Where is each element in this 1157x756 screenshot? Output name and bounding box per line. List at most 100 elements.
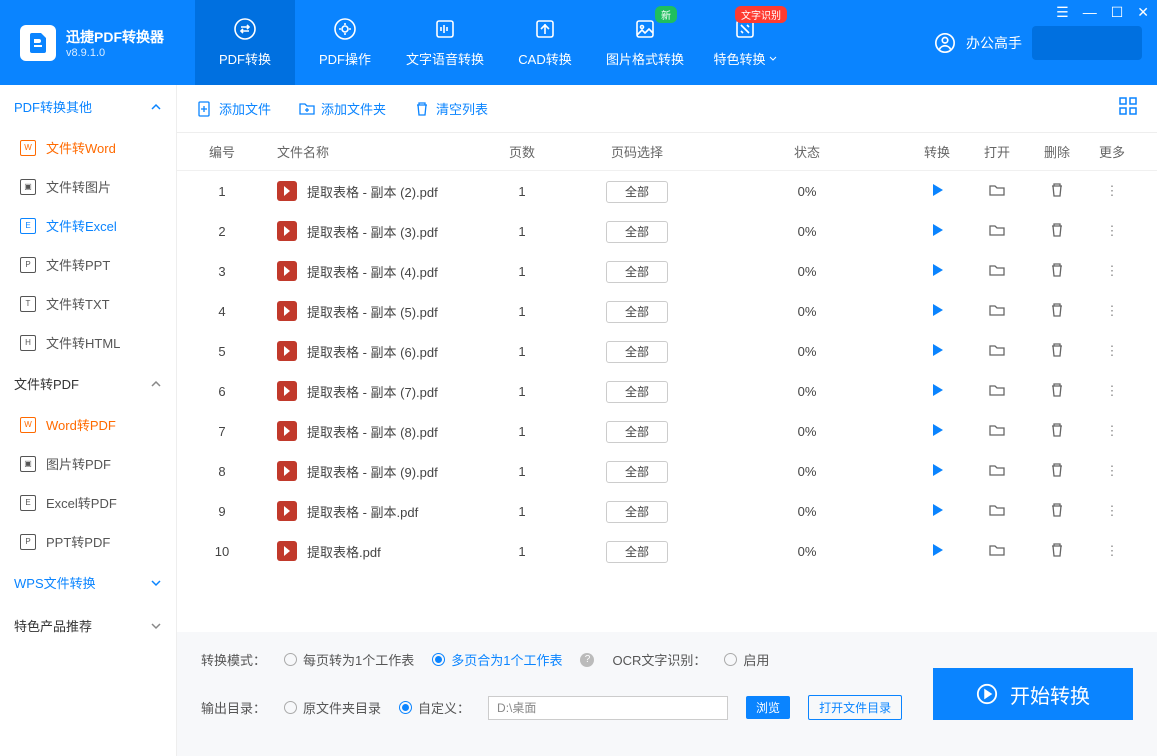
open-button[interactable] xyxy=(967,382,1027,401)
help-icon[interactable]: ? xyxy=(580,653,594,667)
delete-button[interactable] xyxy=(1027,503,1087,520)
more-button[interactable]: ⋮ xyxy=(1087,343,1137,359)
add-folder-button[interactable]: 添加文件夹 xyxy=(299,99,386,118)
more-button[interactable]: ⋮ xyxy=(1087,463,1137,479)
browse-button[interactable]: 浏览 xyxy=(746,696,790,719)
page-select-button[interactable]: 全部 xyxy=(606,461,668,483)
convert-button[interactable] xyxy=(907,303,967,320)
tab-文字语音转换[interactable]: 文字语音转换 xyxy=(395,0,495,85)
delete-button[interactable] xyxy=(1027,223,1087,240)
open-button[interactable] xyxy=(967,542,1027,561)
content: 添加文件 添加文件夹 清空列表 编号 文件名称 页数 页码选择 状态 转换 打开… xyxy=(177,85,1157,756)
sidebar-item[interactable]: P文件转PPT xyxy=(0,245,176,284)
sidebar-item[interactable]: WWord转PDF xyxy=(0,405,176,444)
convert-button[interactable] xyxy=(907,263,967,280)
page-select-button[interactable]: 全部 xyxy=(606,221,668,243)
clear-list-button[interactable]: 清空列表 xyxy=(414,99,488,118)
delete-button[interactable] xyxy=(1027,543,1087,560)
ocr-enable[interactable]: 启用 xyxy=(724,650,769,669)
open-dir-button[interactable]: 打开文件目录 xyxy=(808,695,902,720)
more-button[interactable]: ⋮ xyxy=(1087,503,1137,519)
sidebar-group[interactable]: 文件转PDF xyxy=(0,362,176,405)
open-button[interactable] xyxy=(967,422,1027,441)
sidebar-group[interactable]: WPS文件转换 xyxy=(0,561,176,604)
open-button[interactable] xyxy=(967,462,1027,481)
add-file-button[interactable]: 添加文件 xyxy=(197,99,271,118)
cell-name: 提取表格 - 副本.pdf xyxy=(247,501,477,521)
more-button[interactable]: ⋮ xyxy=(1087,223,1137,239)
page-select-button[interactable]: 全部 xyxy=(606,541,668,563)
sidebar-item[interactable]: E文件转Excel xyxy=(0,206,176,245)
cell-name: 提取表格 - 副本 (2).pdf xyxy=(247,181,477,201)
delete-button[interactable] xyxy=(1027,183,1087,200)
delete-button[interactable] xyxy=(1027,263,1087,280)
cell-status: 0% xyxy=(707,184,907,199)
page-select-button[interactable]: 全部 xyxy=(606,301,668,323)
open-button[interactable] xyxy=(967,302,1027,321)
delete-button[interactable] xyxy=(1027,463,1087,480)
mode-option-1[interactable]: 每页转为1个工作表 xyxy=(284,650,414,669)
table-row: 1 提取表格 - 副本 (2).pdf 1 全部 0% ⋮ xyxy=(197,171,1137,211)
more-button[interactable]: ⋮ xyxy=(1087,303,1137,319)
sidebar-group[interactable]: 特色产品推荐 xyxy=(0,604,176,647)
convert-button[interactable] xyxy=(907,223,967,240)
sidebar-item[interactable]: W文件转Word xyxy=(0,128,176,167)
open-button[interactable] xyxy=(967,222,1027,241)
swap-icon xyxy=(233,17,257,41)
sidebar-item[interactable]: PPPT转PDF xyxy=(0,522,176,561)
convert-button[interactable] xyxy=(907,543,967,560)
cell-num: 1 xyxy=(197,184,247,199)
convert-button[interactable] xyxy=(907,423,967,440)
grid-view-icon[interactable] xyxy=(1119,97,1137,120)
convert-button[interactable] xyxy=(907,463,967,480)
tab-图片格式转换[interactable]: 新图片格式转换 xyxy=(595,0,695,85)
cell-pages: 1 xyxy=(477,464,567,479)
mode-option-2[interactable]: 多页合为1个工作表 xyxy=(432,650,562,669)
convert-button[interactable] xyxy=(907,503,967,520)
sidebar-item[interactable]: EExcel转PDF xyxy=(0,483,176,522)
more-button[interactable]: ⋮ xyxy=(1087,383,1137,399)
sidebar-item[interactable]: ▣文件转图片 xyxy=(0,167,176,206)
file-type-icon: P xyxy=(20,257,36,273)
minimize-icon[interactable]: — xyxy=(1083,4,1097,21)
menu-icon[interactable]: ☰ xyxy=(1056,4,1069,21)
output-option-2[interactable]: 自定义： xyxy=(399,698,470,717)
page-select-button[interactable]: 全部 xyxy=(606,421,668,443)
delete-button[interactable] xyxy=(1027,423,1087,440)
tab-CAD转换[interactable]: CAD转换 xyxy=(495,0,595,85)
open-button[interactable] xyxy=(967,342,1027,361)
maximize-icon[interactable]: ☐ xyxy=(1111,4,1124,21)
delete-button[interactable] xyxy=(1027,303,1087,320)
convert-button[interactable] xyxy=(907,343,967,360)
page-select-button[interactable]: 全部 xyxy=(606,381,668,403)
close-icon[interactable]: ✕ xyxy=(1137,4,1149,21)
sidebar-item[interactable]: T文件转TXT xyxy=(0,284,176,323)
output-path-input[interactable] xyxy=(488,696,728,720)
user-badge[interactable] xyxy=(1032,26,1142,60)
more-button[interactable]: ⋮ xyxy=(1087,263,1137,279)
delete-button[interactable] xyxy=(1027,383,1087,400)
page-select-button[interactable]: 全部 xyxy=(606,501,668,523)
sidebar-group[interactable]: PDF转换其他 xyxy=(0,85,176,128)
page-select-button[interactable]: 全部 xyxy=(606,181,668,203)
page-select-button[interactable]: 全部 xyxy=(606,261,668,283)
open-button[interactable] xyxy=(967,262,1027,281)
delete-button[interactable] xyxy=(1027,343,1087,360)
open-button[interactable] xyxy=(967,182,1027,201)
tab-特色转换[interactable]: 文字识别特色转换 xyxy=(695,0,795,85)
convert-button[interactable] xyxy=(907,183,967,200)
convert-button[interactable] xyxy=(907,383,967,400)
output-option-1[interactable]: 原文件夹目录 xyxy=(284,698,381,717)
sidebar-item[interactable]: H文件转HTML xyxy=(0,323,176,362)
more-button[interactable]: ⋮ xyxy=(1087,543,1137,559)
page-select-button[interactable]: 全部 xyxy=(606,341,668,363)
sidebar-item[interactable]: ▣图片转PDF xyxy=(0,444,176,483)
tab-PDF转换[interactable]: PDF转换 xyxy=(195,0,295,85)
more-button[interactable]: ⋮ xyxy=(1087,183,1137,199)
open-button[interactable] xyxy=(967,502,1027,521)
cell-name: 提取表格 - 副本 (7).pdf xyxy=(247,381,477,401)
more-button[interactable]: ⋮ xyxy=(1087,423,1137,439)
table-row: 9 提取表格 - 副本.pdf 1 全部 0% ⋮ xyxy=(197,491,1137,531)
tab-PDF操作[interactable]: PDF操作 xyxy=(295,0,395,85)
start-button[interactable]: 开始转换 xyxy=(933,668,1133,720)
